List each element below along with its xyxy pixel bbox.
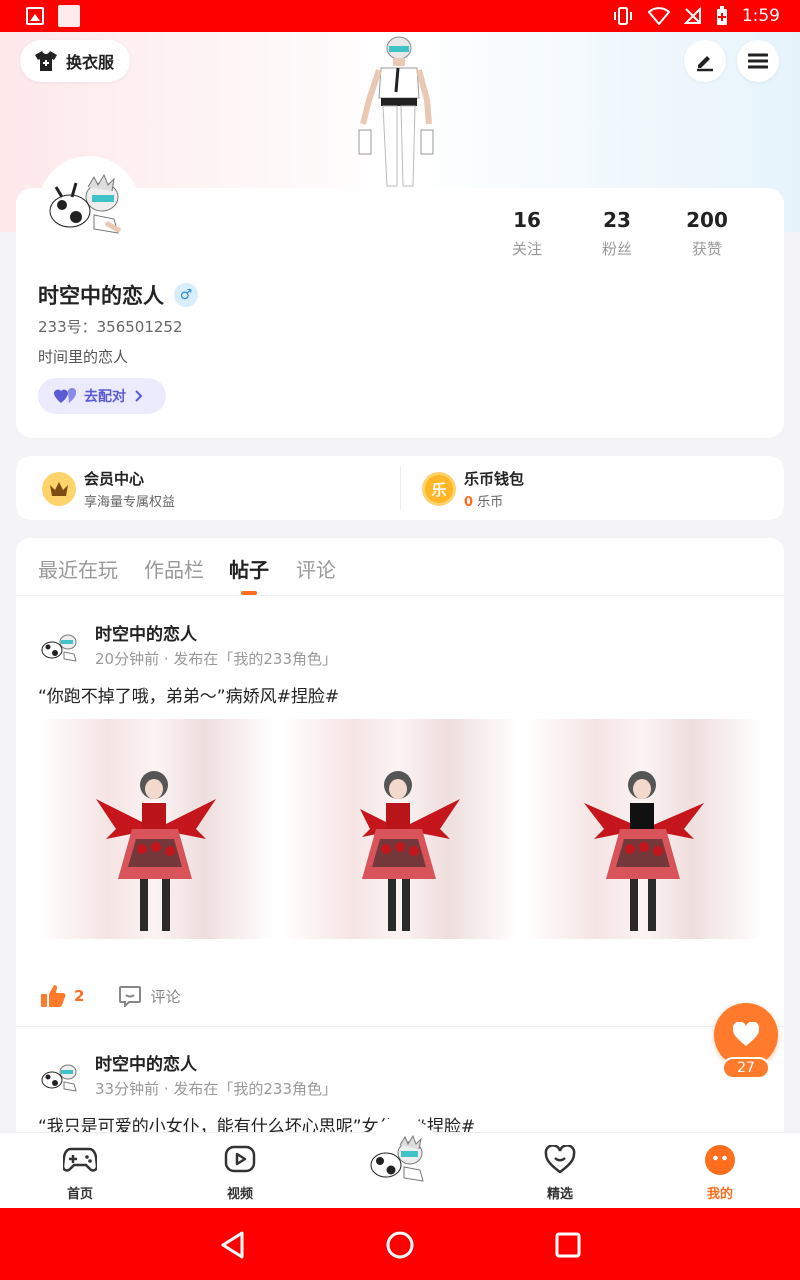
posts-section: 最近在玩 作品栏 帖子 评论 时空中的恋人 20分钟前 · 发布在「我的233角… — [16, 538, 784, 1138]
profile-avatar[interactable] — [38, 156, 140, 258]
nav-video-label: 视频 — [226, 1187, 253, 1202]
profile-face-icon — [703, 1143, 737, 1177]
following-count: 16 — [513, 208, 541, 232]
avatar-image — [49, 173, 122, 234]
post-image-gallery — [37, 719, 763, 939]
post-author-avatar[interactable] — [40, 1056, 82, 1098]
wallet-title: 乐币钱包 — [464, 470, 525, 488]
wallet-entry[interactable]: 乐 乐币钱包 0 乐币 — [422, 468, 524, 510]
profile-tabs: 最近在玩 作品栏 帖子 评论 — [16, 538, 784, 596]
character-image — [584, 771, 704, 931]
double-heart-icon — [54, 388, 76, 403]
nav-home[interactable]: 首页 — [40, 1143, 120, 1202]
comment-label: 评论 — [150, 987, 181, 1006]
profile-name: 时空中的恋人 — [38, 284, 164, 308]
nav-mine[interactable]: 我的 — [680, 1143, 760, 1202]
app-notification-icon — [58, 5, 80, 27]
tab-works[interactable]: 作品栏 — [144, 554, 204, 583]
gender-male-icon: ♂ — [174, 283, 198, 307]
profile-name-row: 时空中的恋人 ♂ — [38, 280, 198, 310]
coin-icon: 乐 — [422, 472, 456, 506]
nav-video[interactable]: 视频 — [200, 1143, 280, 1202]
likes-received-label: 获赞 — [691, 240, 722, 258]
avatar-3d-figure[interactable] — [355, 36, 435, 188]
post-divider — [16, 1026, 784, 1027]
stat-fans[interactable]: 23 粉丝 — [572, 208, 662, 259]
post-image[interactable] — [37, 719, 275, 939]
floating-heart-count: 27 — [722, 1057, 770, 1079]
comment-button[interactable]: 评论 — [118, 985, 180, 1007]
stat-following[interactable]: 16 关注 — [482, 208, 572, 259]
post-meta: 33分钟前 · 发布在「我的233角色」 — [95, 1080, 338, 1098]
comment-icon — [119, 986, 142, 1007]
stat-likes[interactable]: 200 获赞 — [662, 208, 752, 259]
like-count: 2 — [74, 987, 85, 1005]
vibrate-icon — [613, 7, 632, 25]
gallery-notification-icon — [26, 7, 44, 25]
post-actions: 2 评论 — [40, 984, 180, 1008]
nav-avatar-center[interactable] — [370, 1111, 432, 1201]
thumbs-up-icon — [41, 985, 66, 1007]
following-label: 关注 — [511, 240, 542, 258]
featured-heart-icon — [543, 1143, 577, 1177]
system-navigation-bar — [0, 1208, 800, 1280]
character-image — [96, 771, 216, 931]
change-outfit-button[interactable]: 换衣服 — [20, 40, 131, 82]
gamepad-icon — [63, 1143, 97, 1177]
video-icon — [223, 1143, 257, 1177]
tab-posts[interactable]: 帖子 — [229, 554, 269, 583]
recents-icon[interactable] — [553, 1230, 583, 1260]
no-signal-icon — [683, 7, 701, 24]
post-meta: 20分钟前 · 发布在「我的233角色」 — [95, 650, 338, 668]
post-image[interactable] — [281, 719, 519, 939]
clock: 1:59 — [741, 6, 780, 26]
nav-featured-label: 精选 — [546, 1187, 573, 1202]
go-match-button[interactable]: 去配对 — [38, 378, 166, 414]
tshirt-icon — [35, 51, 57, 71]
chevron-right-icon — [135, 390, 143, 402]
nav-mine-label: 我的 — [706, 1187, 733, 1202]
go-match-label: 去配对 — [84, 389, 126, 405]
status-bar: 1:59 — [0, 0, 800, 32]
tab-recently-played[interactable]: 最近在玩 — [38, 554, 118, 583]
profile-bio: 时间里的恋人 — [38, 348, 129, 366]
fans-label: 粉丝 — [601, 240, 632, 258]
tab-comments[interactable]: 评论 — [296, 554, 336, 583]
pencil-icon — [697, 56, 713, 72]
vip-center-entry[interactable]: 会员中心 享海量专属权益 — [42, 468, 175, 510]
edit-profile-button[interactable] — [684, 40, 726, 82]
fans-count: 23 — [603, 208, 631, 232]
likes-received-count: 200 — [686, 208, 728, 232]
nav-featured[interactable]: 精选 — [520, 1143, 600, 1202]
wifi-icon — [647, 7, 670, 25]
active-tab-indicator — [241, 591, 257, 595]
post-image[interactable] — [525, 719, 763, 939]
change-outfit-label: 换衣服 — [66, 53, 115, 72]
menu-button[interactable] — [737, 40, 779, 82]
post-author-avatar[interactable] — [40, 626, 82, 668]
vip-center-title: 会员中心 — [84, 470, 145, 488]
post-author-name[interactable]: 时空中的恋人 — [95, 1050, 197, 1075]
wallet-unit: 乐币 — [477, 495, 504, 510]
character-image — [360, 771, 460, 931]
battery-icon — [716, 6, 727, 25]
profile-stats: 16 关注 23 粉丝 200 获赞 — [482, 208, 752, 259]
divider — [400, 466, 401, 510]
crown-icon — [42, 472, 76, 506]
back-icon[interactable] — [218, 1230, 248, 1260]
heart-icon — [732, 1022, 760, 1046]
profile-id: 233号：356501252 — [38, 318, 183, 336]
bottom-nav: 首页 视频 精选 我的 — [0, 1117, 800, 1208]
vip-center-subtitle: 享海量专属权益 — [84, 495, 176, 510]
like-button[interactable]: 2 — [40, 984, 84, 1008]
wallet-amount: 0 — [464, 495, 474, 510]
nav-home-label: 首页 — [66, 1187, 93, 1202]
post-author-name[interactable]: 时空中的恋人 — [95, 620, 197, 645]
post-text: “你跑不掉了哦，弟弟～”病娇风#捏脸# — [38, 687, 340, 707]
member-wallet-card: 会员中心 享海量专属权益 乐 乐币钱包 0 乐币 — [16, 456, 784, 520]
home-icon[interactable] — [385, 1230, 415, 1260]
menu-icon — [748, 53, 768, 69]
